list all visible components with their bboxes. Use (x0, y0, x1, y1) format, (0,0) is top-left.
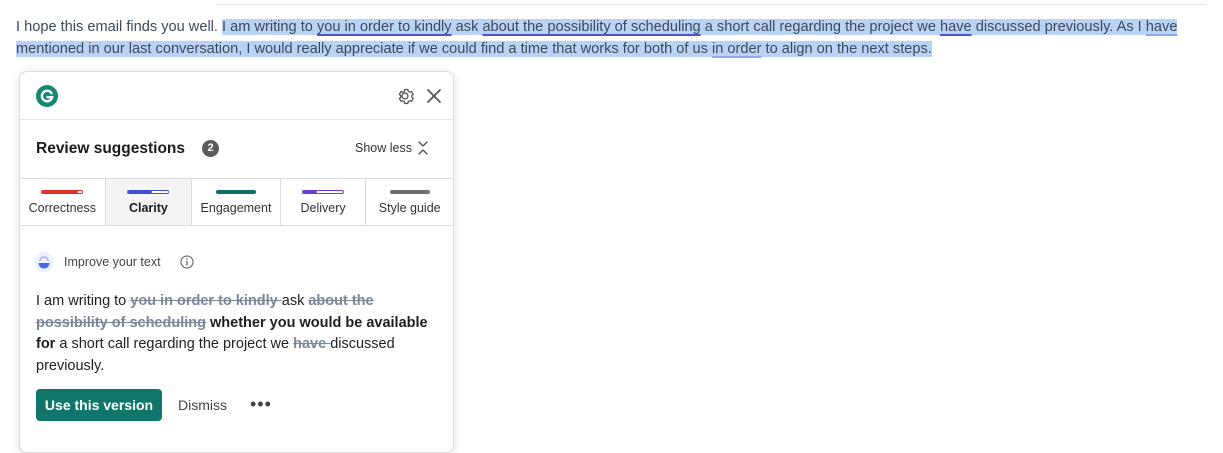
email-text: I am writing to (222, 19, 317, 35)
tab-delivery[interactable]: Delivery (281, 179, 367, 225)
improve-text-icon (34, 252, 54, 272)
deleted-text: have (293, 336, 331, 352)
review-header: Review suggestions 2 Show less (20, 120, 453, 178)
tab-label: Style guide (378, 201, 441, 215)
tab-correctness[interactable]: Correctness (20, 179, 106, 225)
deleted-text: you in order to kindly (130, 293, 282, 309)
delivery-bar (302, 190, 345, 194)
underlined-phrase[interactable]: in order (712, 41, 761, 57)
suggestions-panel: Review suggestions 2 Show less Correctne… (19, 71, 454, 453)
email-text: ask (451, 19, 483, 35)
tab-label: Delivery (300, 201, 346, 215)
tab-engagement[interactable]: Engagement (192, 179, 281, 225)
tab-label: Engagement (200, 201, 272, 215)
close-icon[interactable] (423, 85, 445, 107)
style-guide-bar (389, 190, 430, 194)
tab-clarity[interactable]: Clarity (105, 179, 193, 225)
tab-label: Correctness (28, 201, 96, 215)
show-less-button[interactable]: Show less (355, 141, 412, 155)
email-body[interactable]: I hope this email finds you well. I am w… (16, 16, 1206, 60)
email-text: As I (1113, 19, 1146, 35)
review-title: Review suggestions (36, 140, 186, 157)
panel-header (20, 72, 453, 120)
underlined-word[interactable]: have (940, 19, 972, 35)
email-text: a short call regarding the project we (700, 19, 940, 35)
email-text: to align on the next steps. (761, 41, 932, 57)
suggestion-text: I am writing to you in order to kindly a… (36, 291, 436, 377)
kept-text: ask (281, 293, 309, 309)
engagement-bar (216, 190, 256, 194)
suggestion-card: Improve your text I am writing to you in… (20, 225, 453, 452)
use-this-version-button[interactable]: Use this version (36, 389, 162, 421)
email-text: discussed previously. (971, 19, 1114, 35)
email-text-plain: I hope this email finds you well. (16, 19, 223, 35)
improve-text-label: Improve your text (64, 255, 161, 269)
underlined-word[interactable]: have (1146, 19, 1178, 35)
dismiss-button[interactable]: Dismiss (178, 397, 227, 413)
suggestion-count-badge: 2 (202, 140, 219, 157)
email-text: mentioned in our last conversation, I wo… (16, 41, 712, 57)
collapse-chevrons-icon[interactable] (417, 140, 429, 156)
kept-text: a short call regarding the project we (55, 336, 294, 352)
underlined-phrase[interactable]: about the possibility of scheduling (482, 19, 700, 35)
correctness-bar (41, 190, 84, 194)
grammarly-logo-icon (36, 85, 58, 107)
tab-label: Clarity (128, 201, 168, 215)
more-options-button[interactable]: ••• (250, 394, 272, 415)
gear-icon[interactable] (394, 85, 416, 107)
top-divider (216, 4, 1206, 5)
underlined-phrase[interactable]: you in order to kindly (317, 19, 452, 35)
tab-style-guide[interactable]: Style guide (366, 179, 453, 225)
clarity-bar (127, 190, 170, 194)
info-icon[interactable] (180, 255, 194, 269)
category-tabs: Correctness Clarity Engagement Delivery … (20, 178, 453, 226)
kept-text: I am writing to (36, 293, 131, 309)
